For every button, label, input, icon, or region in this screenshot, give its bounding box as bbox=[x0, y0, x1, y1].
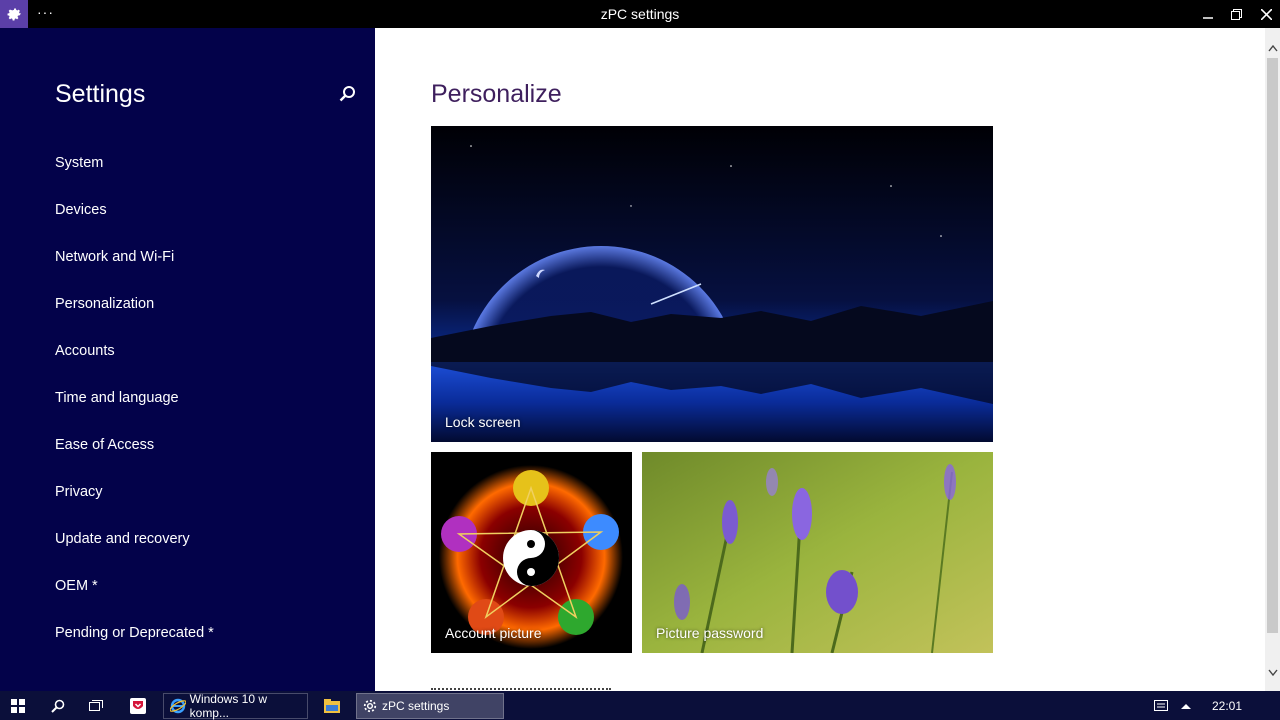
settings-sidebar: Settings System Devices Network and Wi-F… bbox=[0, 28, 375, 691]
sidebar-item-ease-of-access[interactable]: Ease of Access bbox=[55, 437, 154, 453]
file-explorer-icon[interactable] bbox=[314, 691, 350, 720]
content-scrollbar[interactable] bbox=[1265, 28, 1280, 691]
sidebar-item-accounts[interactable]: Accounts bbox=[55, 343, 115, 359]
minimize-icon[interactable] bbox=[1194, 0, 1222, 28]
scroll-down-icon[interactable] bbox=[1265, 664, 1280, 680]
sidebar-item-time-language[interactable]: Time and language bbox=[55, 390, 179, 406]
lock-screen-tile[interactable]: Lock screen bbox=[431, 126, 993, 442]
sidebar-heading: Settings bbox=[55, 80, 146, 108]
lock-screen-image bbox=[431, 126, 993, 442]
taskbar-app-settings-label: zPC settings bbox=[382, 699, 450, 713]
pocket-icon[interactable] bbox=[120, 691, 156, 720]
page-title: Personalize bbox=[431, 80, 562, 108]
account-picture-label: Account picture bbox=[445, 625, 542, 641]
start-icon[interactable] bbox=[0, 691, 36, 720]
taskbar-clock[interactable]: 22:01 bbox=[1212, 699, 1242, 713]
window-title: zPC settings bbox=[600, 6, 680, 22]
internet-explorer-icon bbox=[170, 698, 186, 714]
search-icon[interactable] bbox=[40, 691, 76, 720]
sidebar-item-network[interactable]: Network and Wi-Fi bbox=[55, 249, 174, 265]
taskbar-app-settings[interactable]: zPC settings bbox=[356, 693, 504, 719]
sidebar-item-devices[interactable]: Devices bbox=[55, 202, 107, 218]
lock-screen-label: Lock screen bbox=[445, 414, 521, 430]
chevron-up-icon[interactable] bbox=[1168, 691, 1204, 720]
restore-icon[interactable] bbox=[1222, 0, 1250, 28]
window-titlebar: ··· zPC settings bbox=[0, 0, 1280, 28]
account-picture-image bbox=[439, 465, 623, 649]
main-content: Personalize Lock screen Account picture … bbox=[375, 28, 1265, 691]
sidebar-item-update-recovery[interactable]: Update and recovery bbox=[55, 531, 190, 547]
scrollbar-thumb[interactable] bbox=[1267, 58, 1278, 633]
sidebar-item-system[interactable]: System bbox=[55, 155, 103, 171]
scroll-up-icon[interactable] bbox=[1265, 40, 1280, 56]
sidebar-item-oem[interactable]: OEM * bbox=[55, 578, 98, 594]
picture-password-tile[interactable]: Picture password bbox=[642, 452, 993, 653]
taskbar-app-browser-label: Windows 10 w komp... bbox=[189, 692, 268, 720]
sidebar-item-personalization[interactable]: Personalization bbox=[55, 296, 154, 312]
task-view-icon[interactable] bbox=[78, 691, 114, 720]
sidebar-item-privacy[interactable]: Privacy bbox=[55, 484, 103, 500]
sidebar-item-pending-deprecated[interactable]: Pending or Deprecated * bbox=[55, 625, 214, 641]
account-picture-tile[interactable]: Account picture bbox=[431, 452, 632, 653]
search-icon[interactable] bbox=[336, 83, 358, 105]
close-icon[interactable] bbox=[1252, 0, 1280, 28]
gear-icon bbox=[363, 699, 377, 713]
picture-password-image bbox=[642, 452, 993, 653]
picture-password-label: Picture password bbox=[656, 625, 764, 641]
taskbar-app-browser[interactable]: Windows 10 w komp... bbox=[163, 692, 308, 720]
taskbar: Windows 10 w komp... zPC settings 22:01 bbox=[0, 691, 1280, 720]
